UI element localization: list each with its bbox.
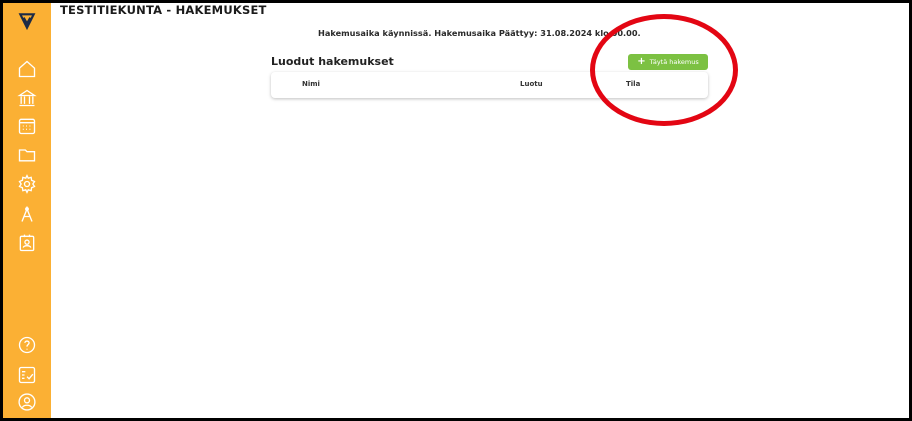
page-title: TESTITIEKUNTA - HAKEMUKSET bbox=[60, 3, 267, 17]
sidebar bbox=[3, 3, 51, 418]
logo-shield-icon[interactable] bbox=[3, 7, 51, 35]
user-icon[interactable] bbox=[3, 388, 51, 416]
fill-application-button[interactable]: + Täytä hakemus bbox=[628, 54, 708, 70]
home-icon[interactable] bbox=[3, 55, 51, 83]
column-header-name[interactable]: Nimi bbox=[302, 80, 320, 88]
folder-icon[interactable] bbox=[3, 141, 51, 169]
app-window: TESTITIEKUNTA - HAKEMUKSET Hakemusaika k… bbox=[3, 3, 909, 418]
compass-icon[interactable] bbox=[3, 200, 51, 228]
plus-icon: + bbox=[637, 56, 646, 67]
application-period-notice: Hakemusaika käynnissä. Hakemusaika Päätt… bbox=[318, 28, 641, 38]
column-header-status[interactable]: Tila bbox=[626, 80, 640, 88]
gear-icon[interactable] bbox=[3, 170, 51, 198]
applications-table: Nimi Luotu Tila bbox=[271, 72, 708, 98]
fill-application-label: Täytä hakemus bbox=[649, 58, 699, 66]
help-icon[interactable] bbox=[3, 331, 51, 359]
bank-icon[interactable] bbox=[3, 84, 51, 112]
id-badge-icon[interactable] bbox=[3, 229, 51, 257]
column-header-created[interactable]: Luotu bbox=[520, 80, 543, 88]
checklist-icon[interactable] bbox=[3, 361, 51, 389]
section-title: Luodut hakemukset bbox=[271, 55, 394, 68]
calendar-icon[interactable] bbox=[3, 112, 51, 140]
